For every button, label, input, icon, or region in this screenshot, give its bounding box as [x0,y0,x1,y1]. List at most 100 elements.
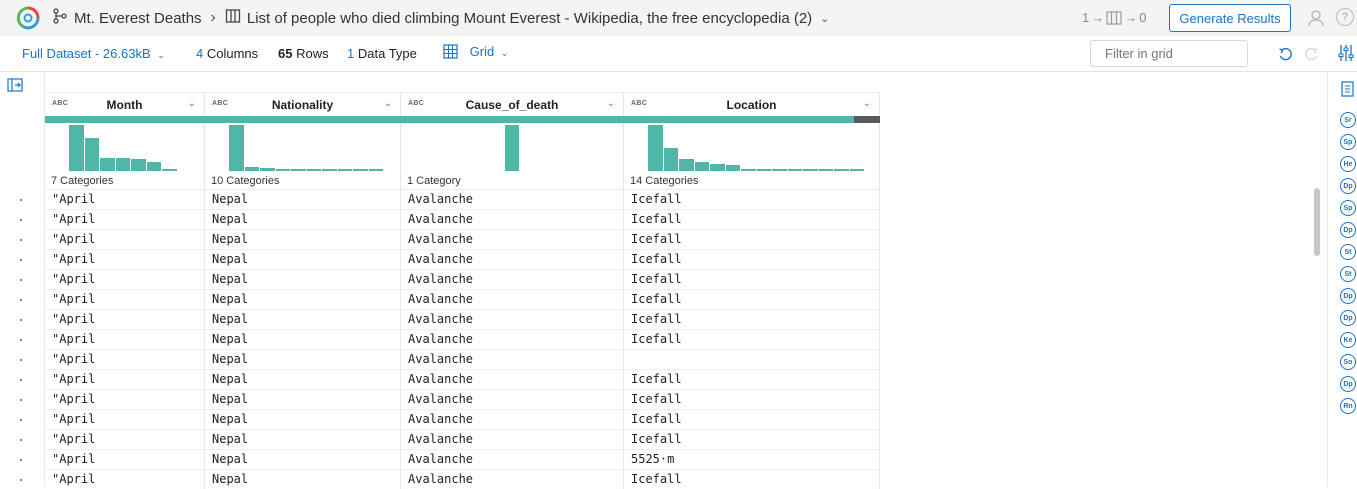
row-handle[interactable] [20,439,22,441]
table-row[interactable]: "April Nepal Avalanche Icefall [45,289,881,309]
table-row[interactable]: "April Nepal Avalanche 5525·m [45,449,881,469]
table-cell-nationality[interactable]: Nepal [212,412,248,426]
table-row[interactable]: "April Nepal Avalanche Icefall [45,389,881,409]
histogram-bar[interactable] [100,158,115,171]
table-cell-cause-of-death[interactable]: Avalanche [408,352,473,366]
table-row[interactable]: "April Nepal Avalanche Icefall [45,469,881,489]
suggestions-icon[interactable] [1340,81,1356,99]
row-handle[interactable] [20,459,22,461]
histogram-bar[interactable] [849,168,864,171]
column-header-cause-of-death[interactable]: ABC Cause_of_death ⌄ [401,92,624,116]
table-cell-cause-of-death[interactable]: Avalanche [408,232,473,246]
histogram-bar[interactable] [69,125,84,171]
row-handle[interactable] [20,479,22,481]
table-cell-cause-of-death[interactable]: Avalanche [408,292,473,306]
view-mode-dropdown[interactable]: Grid ⌄ [443,44,508,59]
row-handle[interactable] [20,199,22,201]
suggestion-badge-icon[interactable]: Rn [1340,398,1356,414]
table-cell-month[interactable]: "April [52,452,95,466]
table-cell-nationality[interactable]: Nepal [212,272,248,286]
histogram-bar[interactable] [741,168,756,171]
histogram-bar[interactable] [146,161,161,171]
table-cell-nationality[interactable]: Nepal [212,252,248,266]
histogram-bar[interactable] [322,168,337,171]
table-cell-month[interactable]: "April [52,292,95,306]
table-row[interactable]: "April Nepal Avalanche Icefall [45,229,881,249]
histogram-bar[interactable] [291,168,306,171]
table-cell-location[interactable]: Icefall [631,192,682,206]
table-row[interactable]: "April Nepal Avalanche Icefall [45,209,881,229]
table-cell-cause-of-death[interactable]: Avalanche [408,212,473,226]
project-name-link[interactable]: Mt. Everest Deaths [74,10,202,27]
row-handle[interactable] [20,239,22,241]
histogram-bar[interactable] [787,168,802,171]
missing-values-bar[interactable] [854,116,880,123]
table-cell-nationality[interactable]: Nepal [212,372,248,386]
table-row[interactable]: "April Nepal Avalanche Icefall [45,409,881,429]
histogram-bar[interactable] [694,161,709,171]
data-quality-bar[interactable] [401,116,624,123]
column-header-location[interactable]: ABC Location ⌄ [624,92,880,116]
dataset-title[interactable]: List of people who died climbing Mount E… [247,10,812,27]
table-cell-location[interactable]: Icefall [631,332,682,346]
filter-in-grid-input[interactable] [1090,40,1248,67]
suggestion-badge-icon[interactable]: Sp [1340,134,1356,150]
redo-icon[interactable] [1304,47,1319,62]
table-cell-nationality[interactable]: Nepal [212,212,248,226]
histogram-bar[interactable] [229,125,244,171]
histogram-bar[interactable] [162,168,177,171]
table-cell-month[interactable]: "April [52,372,95,386]
table-cell-cause-of-death[interactable]: Avalanche [408,432,473,446]
suggestion-badge-icon[interactable]: He [1340,156,1356,172]
histogram-bar[interactable] [834,168,849,171]
dataset-scope-dropdown[interactable]: Full Dataset - 26.63kB ⌄ [22,46,165,61]
table-cell-month[interactable]: "April [52,192,95,206]
table-cell-cause-of-death[interactable]: Avalanche [408,372,473,386]
histogram-bar[interactable] [368,168,383,171]
table-row[interactable]: "April Nepal Avalanche Icefall [45,369,881,389]
suggestion-badge-icon[interactable]: Dp [1340,222,1356,238]
table-row[interactable]: "April Nepal Avalanche [45,349,881,369]
table-cell-location[interactable]: Icefall [631,212,682,226]
scrollbar-thumb[interactable] [1314,188,1320,256]
histogram-bar[interactable] [84,137,99,171]
row-handle[interactable] [20,379,22,381]
table-cell-month[interactable]: "April [52,312,95,326]
column-header-nationality[interactable]: ABC Nationality ⌄ [205,92,401,116]
table-cell-location[interactable]: Icefall [631,292,682,306]
chevron-down-icon[interactable]: ⌄ [188,98,196,109]
table-cell-month[interactable]: "April [52,272,95,286]
histogram-bar[interactable] [818,168,833,171]
table-cell-location[interactable]: Icefall [631,392,682,406]
histogram-bar[interactable] [756,168,771,171]
suggestion-badge-icon[interactable]: St [1340,266,1356,282]
table-cell-cause-of-death[interactable]: Avalanche [408,332,473,346]
table-cell-location[interactable]: Icefall [631,412,682,426]
row-handle[interactable] [20,319,22,321]
suggestion-badge-icon[interactable]: Dp [1340,376,1356,392]
suggestion-badge-icon[interactable]: Ke [1340,332,1356,348]
collapse-panel-icon[interactable] [7,78,23,92]
histogram-bar[interactable] [725,164,740,171]
row-handle[interactable] [20,359,22,361]
histogram-bar[interactable] [306,168,321,171]
row-handle[interactable] [20,219,22,221]
suggestion-badge-icon[interactable]: So [1340,354,1356,370]
table-cell-nationality[interactable]: Nepal [212,332,248,346]
table-cell-nationality[interactable]: Nepal [212,432,248,446]
histogram-bar[interactable] [337,168,352,171]
chevron-down-icon[interactable]: ⌄ [820,12,829,25]
table-cell-nationality[interactable]: Nepal [212,292,248,306]
table-row[interactable]: "April Nepal Avalanche Icefall [45,429,881,449]
table-cell-location[interactable]: Icefall [631,372,682,386]
table-cell-location[interactable]: Icefall [631,252,682,266]
histogram-bar[interactable] [772,168,787,171]
table-cell-location[interactable]: Icefall [631,432,682,446]
table-cell-month[interactable]: "April [52,432,95,446]
row-handle[interactable] [20,299,22,301]
table-cell-location[interactable]: Icefall [631,472,682,486]
table-cell-cause-of-death[interactable]: Avalanche [408,452,473,466]
table-cell-cause-of-death[interactable]: Avalanche [408,192,473,206]
table-cell-month[interactable]: "April [52,252,95,266]
histogram-bar[interactable] [275,168,290,171]
